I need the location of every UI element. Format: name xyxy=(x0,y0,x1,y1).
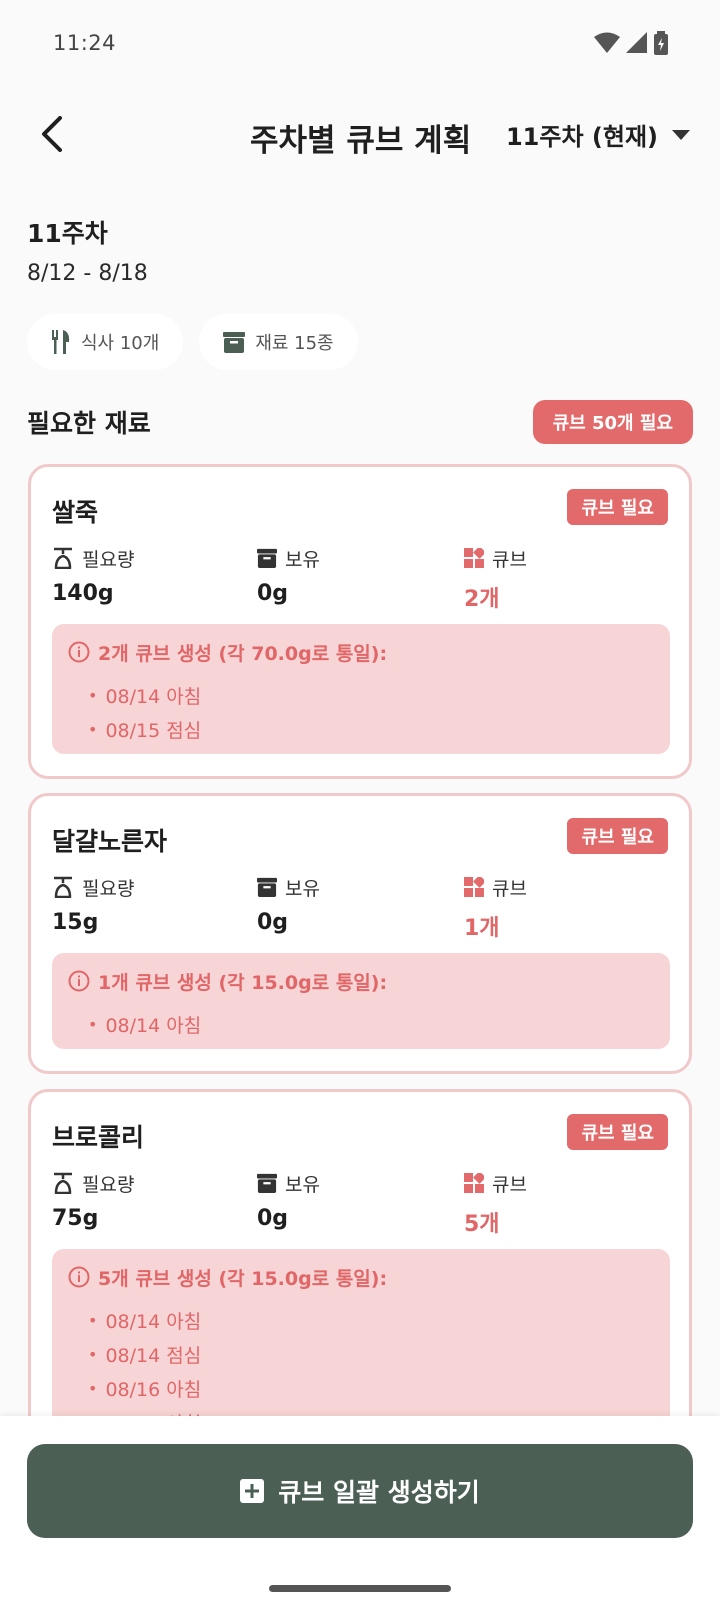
archive-box-icon xyxy=(257,548,277,568)
status-icons xyxy=(594,31,668,55)
owned-stat: 보유 0g xyxy=(257,874,320,935)
owned-value: 0g xyxy=(257,1206,289,1231)
bottom-action-panel: 큐브 일괄 생성하기 xyxy=(0,1416,720,1607)
ingredient-name: 쌀죽 xyxy=(52,498,99,527)
owned-label: 보유 xyxy=(285,548,320,571)
plus-square-icon xyxy=(240,1479,265,1503)
archive-box-icon xyxy=(257,1173,277,1193)
cube-value: 1개 xyxy=(464,916,500,941)
total-cubes-badge: 큐브 50개 필요 xyxy=(532,400,693,444)
archive-box-icon xyxy=(223,332,246,353)
week-dropdown[interactable]: 11주차 (현재) xyxy=(506,117,690,152)
bulk-create-cubes-button[interactable]: 큐브 일괄 생성하기 xyxy=(27,1444,693,1538)
owned-stat: 보유 0g xyxy=(257,1170,320,1231)
required-label: 필요량 xyxy=(82,877,135,900)
ingredient-name: 달걀노른자 xyxy=(52,827,168,856)
cubes-icon xyxy=(464,877,484,897)
cube-stat: 큐브 1개 xyxy=(464,874,527,942)
cube-label: 큐브 xyxy=(492,548,527,571)
page-title: 주차별 큐브 계획 xyxy=(250,123,472,159)
week-dropdown-label: 11주차 (현재) xyxy=(505,123,658,151)
owned-label: 보유 xyxy=(285,1173,320,1196)
battery-icon xyxy=(654,31,668,55)
app-bar: 주차별 큐브 계획 11주차 (현재) xyxy=(0,95,720,175)
info-circle-icon xyxy=(68,970,90,992)
arrow-left-icon xyxy=(42,116,62,152)
info-circle-icon xyxy=(68,1266,90,1288)
owned-label: 보유 xyxy=(285,877,320,900)
scale-icon xyxy=(54,876,72,898)
cube-value: 5개 xyxy=(464,1212,500,1237)
required-label: 필요량 xyxy=(82,1173,135,1196)
cube-stat: 큐브 2개 xyxy=(464,545,527,613)
info-text: 5개 큐브 생성 (각 15.0g로 통일): xyxy=(98,1267,388,1290)
summary-chips: 식사 10개 재료 15종 xyxy=(27,314,358,370)
cube-stat: 큐브 5개 xyxy=(464,1170,527,1238)
scale-icon xyxy=(54,547,72,569)
cubes-icon xyxy=(464,1173,484,1193)
ingredient-name: 브로콜리 xyxy=(52,1123,145,1152)
required-stat: 필요량 140g xyxy=(52,545,134,606)
owned-value: 0g xyxy=(257,910,289,935)
cube-needed-badge: 큐브 필요 xyxy=(567,818,668,854)
owned-value: 0g xyxy=(257,581,289,606)
cube-needed-badge: 큐브 필요 xyxy=(567,489,668,525)
cube-info-box: 1개 큐브 생성 (각 15.0g로 통일): • 08/14 아침 xyxy=(52,953,670,1049)
section-header: 필요한 재료 큐브 50개 필요 xyxy=(27,399,693,445)
info-text: 2개 큐브 생성 (각 70.0g로 통일): xyxy=(98,642,388,665)
cube-needed-badge: 큐브 필요 xyxy=(567,1114,668,1150)
back-button[interactable] xyxy=(26,109,76,159)
required-value: 140g xyxy=(52,581,114,606)
info-text: 1개 큐브 생성 (각 15.0g로 통일): xyxy=(98,971,388,994)
fork-knife-icon xyxy=(52,330,70,354)
required-value: 75g xyxy=(52,1206,99,1231)
meal-slot: • 08/15 점심 xyxy=(88,719,202,742)
cube-info-box: 2개 큐브 생성 (각 70.0g로 통일): • 08/14 아침 • 08/15… xyxy=(52,624,670,754)
bulk-create-label: 큐브 일괄 생성하기 xyxy=(278,1478,480,1507)
required-label: 필요량 xyxy=(82,548,135,571)
status-bar: 11:24 xyxy=(0,0,720,86)
scale-icon xyxy=(54,1172,72,1194)
cube-label: 큐브 xyxy=(492,1173,527,1196)
ingredient-card[interactable]: 달걀노른자 큐브 필요 필요량 15g 보유 0g 큐브 1개 1개 큐브 생성… xyxy=(28,793,692,1074)
meal-slot: • 08/14 아침 xyxy=(88,1014,202,1037)
meal-slot: • 08/14 아침 xyxy=(88,685,202,708)
archive-box-icon xyxy=(257,877,277,897)
meals-chip-label: 식사 10개 xyxy=(81,333,160,354)
info-circle-icon xyxy=(68,641,90,663)
week-title: 11주차 xyxy=(27,219,108,248)
home-indicator[interactable] xyxy=(269,1585,451,1592)
owned-stat: 보유 0g xyxy=(257,545,320,606)
week-date-range: 8/12 - 8/18 xyxy=(27,261,148,286)
required-stat: 필요량 75g xyxy=(52,1170,134,1231)
ingredient-card[interactable]: 쌀죽 큐브 필요 필요량 140g 보유 0g 큐브 2개 2개 큐브 생성 (… xyxy=(28,464,692,779)
signal-icon xyxy=(626,32,647,53)
status-time: 11:24 xyxy=(53,31,117,55)
required-stat: 필요량 15g xyxy=(52,874,134,935)
cube-label: 큐브 xyxy=(492,877,527,900)
cubes-icon xyxy=(464,548,484,568)
meals-chip: 식사 10개 xyxy=(27,314,184,370)
section-title: 필요한 재료 xyxy=(27,409,151,438)
required-value: 15g xyxy=(52,910,99,935)
meal-slot: • 08/14 아침 xyxy=(88,1310,202,1333)
wifi-icon xyxy=(594,32,620,53)
ingredients-chip: 재료 15종 xyxy=(199,314,358,370)
ingredients-chip-label: 재료 15종 xyxy=(255,333,334,354)
cube-value: 2개 xyxy=(464,587,500,612)
meal-slot: • 08/16 아침 xyxy=(88,1378,202,1401)
meal-slot: • 08/14 점심 xyxy=(88,1344,202,1367)
caret-down-icon xyxy=(672,129,690,140)
